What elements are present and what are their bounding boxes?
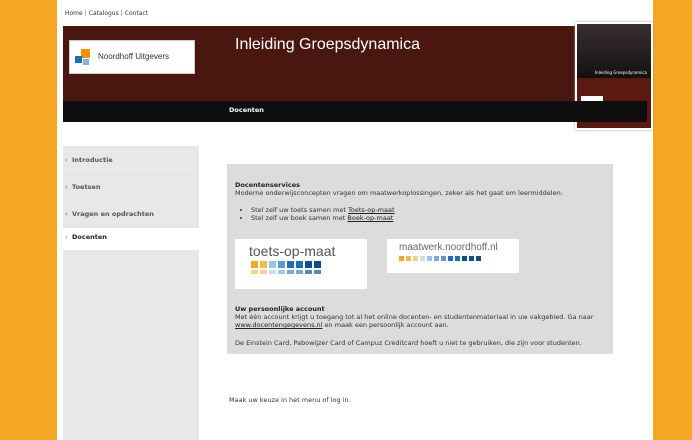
bullet-icon: ›	[65, 183, 68, 191]
page-container: Home | Catalogus | Contact Noordhoff Uitgeve…	[57, 0, 653, 440]
sidebar-item-vragen-en-opdrachten[interactable]: › Vragen en opdrachten	[63, 200, 199, 227]
page-title: Inleiding Groepsdynamica	[235, 36, 420, 53]
book-cover-title: Inleiding Groepsdynamica	[594, 70, 647, 75]
noordhoff-logo-icon	[75, 49, 93, 67]
main-content: Docentenservices Moderne onderwijsconcep…	[207, 146, 653, 440]
sidebar-item-docenten[interactable]: › Docenten	[63, 227, 199, 246]
account-title: Uw persoonlijke account	[235, 305, 325, 313]
sidebar-item-toetsen[interactable]: › Toetsen	[63, 173, 199, 200]
toets-op-maat-link[interactable]: Toets-op-maat	[348, 206, 395, 214]
sidebar-menu: › Introductie › Toetsen › Vragen en opdrach…	[63, 146, 199, 246]
sidebar-item-introductie[interactable]: › Introductie	[63, 146, 199, 173]
toets-op-maat-banner[interactable]: toets-op-maat	[235, 239, 367, 289]
bullet-icon: ›	[65, 210, 68, 218]
list-item: Stel zelf uw boek samen met Boek-op-maat	[251, 214, 601, 222]
boek-op-maat-link[interactable]: Boek-op-maat	[347, 214, 393, 222]
publisher-logo[interactable]: Noordhoff Uitgevers	[69, 40, 195, 74]
nav-contact-link[interactable]: Contact	[125, 10, 148, 17]
color-squares-icon	[251, 261, 321, 268]
section-bar: Docenten	[63, 101, 647, 122]
nav-home-link[interactable]: Home	[65, 10, 83, 17]
bullet-icon: ›	[65, 156, 68, 164]
services-title: Docentenservices	[235, 181, 300, 189]
nav-catalogus-link[interactable]: Catalogus	[89, 10, 119, 17]
menu-prompt-text: Maak uw keuze in het menu of log in.	[229, 396, 351, 404]
color-squares-icon	[399, 256, 481, 261]
top-navigation: Home | Catalogus | Contact	[65, 10, 149, 17]
account-note: De Einstein Card, Pabowijzer Card of Cam…	[235, 339, 582, 347]
account-text: Met één account krijgt u toegang tot al …	[235, 313, 594, 329]
logo-text: Noordhoff Uitgevers	[98, 52, 169, 61]
maatwerk-banner[interactable]: maatwerk.noordhoff.nl	[387, 239, 519, 273]
services-list: Stel zelf uw toets samen met Toets-op-ma…	[235, 206, 601, 222]
docentengegevens-link[interactable]: www.docentengegevens.nl	[235, 321, 322, 329]
bullet-icon: ›	[65, 233, 68, 241]
section-title: Docenten	[229, 106, 264, 114]
list-item: Stel zelf uw toets samen met Toets-op-ma…	[251, 206, 601, 214]
services-panel: Docentenservices Moderne onderwijsconcep…	[227, 164, 613, 354]
services-intro: Moderne onderwijsconcepten vragen om maa…	[235, 189, 563, 197]
